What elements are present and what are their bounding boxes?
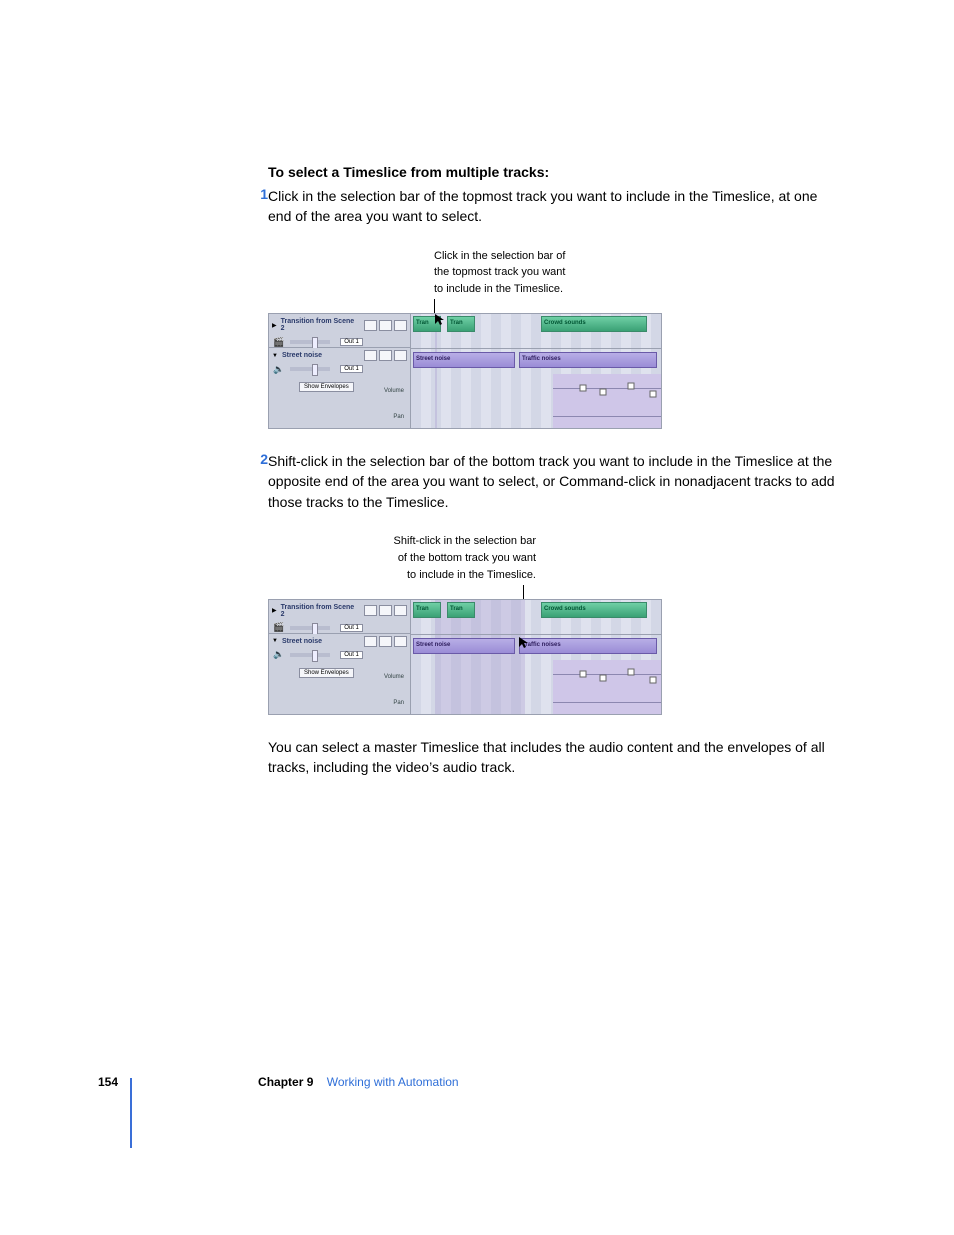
timeline-area-2: Tran Tran Crowd sounds Street noise Traf… <box>411 600 661 714</box>
volume-slider[interactable] <box>290 626 330 630</box>
track1-name: Transition from Scene 2 <box>277 316 362 334</box>
cursor-icon <box>435 314 445 326</box>
chapter-label: Chapter 9 <box>258 1075 313 1089</box>
camera-icon: 🎬 <box>273 337 284 348</box>
pan-label: Pan <box>393 414 404 420</box>
pan-label-2: Pan <box>393 700 404 706</box>
section-heading: To select a Timeslice from multiple trac… <box>268 164 838 180</box>
figure1-callout-line3: to include in the Timeslice. <box>434 282 563 297</box>
figure1-callout-line2: the topmost track you want <box>434 265 565 280</box>
record-button-2[interactable] <box>364 350 377 361</box>
envelope-lane-2 <box>553 660 661 714</box>
speaker-icon: 🔈 <box>273 649 284 660</box>
solo-button-2[interactable] <box>394 350 407 361</box>
figure1-tracks: Tran Tran Crowd sounds Street noise Traf… <box>268 313 662 429</box>
clip-d2: Street noise <box>416 642 450 648</box>
output-select[interactable]: Out 1 <box>340 338 363 346</box>
volume-slider-2[interactable] <box>290 367 330 371</box>
figure2-tracks: Tran Tran Crowd sounds Street noise Traf… <box>268 599 662 715</box>
record-button[interactable] <box>364 605 377 616</box>
clip-b2: Tran <box>450 606 463 612</box>
step-1: 1 Click in the selection bar of the topm… <box>268 186 838 227</box>
record-button-2[interactable] <box>364 636 377 647</box>
closing-paragraph: You can select a master Timeslice that i… <box>268 737 838 778</box>
clip-c: Crowd sounds <box>544 320 586 326</box>
mute-button-2[interactable] <box>379 636 392 647</box>
step-text: Shift-click in the selection bar of the … <box>268 451 838 512</box>
track2-header: ▼ Street noise 🔈 Out 1 Show Envelopes Vo… <box>269 348 411 428</box>
mute-button[interactable] <box>379 320 392 331</box>
step-text: Click in the selection bar of the topmos… <box>268 186 838 227</box>
clip-c2: Crowd sounds <box>544 606 586 612</box>
track1-name-2: Transition from Scene 2 <box>277 602 362 620</box>
output-select[interactable]: Out 1 <box>340 624 363 632</box>
content-column: To select a Timeslice from multiple trac… <box>268 164 838 791</box>
output-select-2[interactable]: Out 1 <box>340 365 363 373</box>
figure1-callout-line1: Click in the selection bar of <box>434 249 565 264</box>
volume-label-2: Volume <box>384 674 404 680</box>
timeline-area: Tran Tran Crowd sounds Street noise Traf… <box>411 314 661 428</box>
envelope-lane <box>553 374 661 428</box>
record-button[interactable] <box>364 320 377 331</box>
track1-header: ▶ Transition from Scene 2 🎬 Out 1 <box>269 314 411 348</box>
output-select-2[interactable]: Out 1 <box>340 651 363 659</box>
show-envelopes-button[interactable]: Show Envelopes <box>299 382 354 392</box>
clip-e: Traffic noises <box>522 356 561 362</box>
page-number: 154 <box>98 1075 118 1089</box>
clip-b: Tran <box>450 320 463 326</box>
volume-label: Volume <box>384 388 404 394</box>
track2-name: Street noise <box>278 350 362 361</box>
solo-button[interactable] <box>394 320 407 331</box>
show-envelopes-button-2[interactable]: Show Envelopes <box>299 668 354 678</box>
figure2-callout-line3: to include in the Timeslice. <box>407 568 536 583</box>
chapter-title: Working with Automation <box>327 1075 459 1089</box>
clip-d: Street noise <box>416 356 450 362</box>
speaker-icon: 🔈 <box>273 364 284 375</box>
clip-a: Tran <box>416 320 429 326</box>
solo-button-2[interactable] <box>394 636 407 647</box>
mute-button-2[interactable] <box>379 350 392 361</box>
mute-button[interactable] <box>379 605 392 616</box>
track2-name-2: Street noise <box>278 636 362 647</box>
cursor-icon <box>519 637 529 649</box>
track1-header-2: ▶ Transition from Scene 2 🎬 Out 1 <box>269 600 411 634</box>
page: To select a Timeslice from multiple trac… <box>0 0 954 1235</box>
figure-1: Click in the selection bar of the topmos… <box>268 249 660 430</box>
step-2: 2 Shift-click in the selection bar of th… <box>268 451 838 512</box>
volume-slider[interactable] <box>290 340 330 344</box>
camera-icon: 🎬 <box>273 622 284 633</box>
figure-2: Shift-click in the selection bar of the … <box>268 534 660 715</box>
clip-a2: Tran <box>416 606 429 612</box>
solo-button[interactable] <box>394 605 407 616</box>
page-footer: 154 Chapter 9 Working with Automation <box>98 1075 459 1089</box>
track2-header-2: ▼ Street noise 🔈 Out 1 Show Envelopes Vo… <box>269 634 411 714</box>
margin-rule <box>130 1078 132 1148</box>
volume-slider-2[interactable] <box>290 653 330 657</box>
figure2-callout-line2: of the bottom track you want <box>398 551 536 566</box>
figure2-callout-line1: Shift-click in the selection bar <box>394 534 536 549</box>
